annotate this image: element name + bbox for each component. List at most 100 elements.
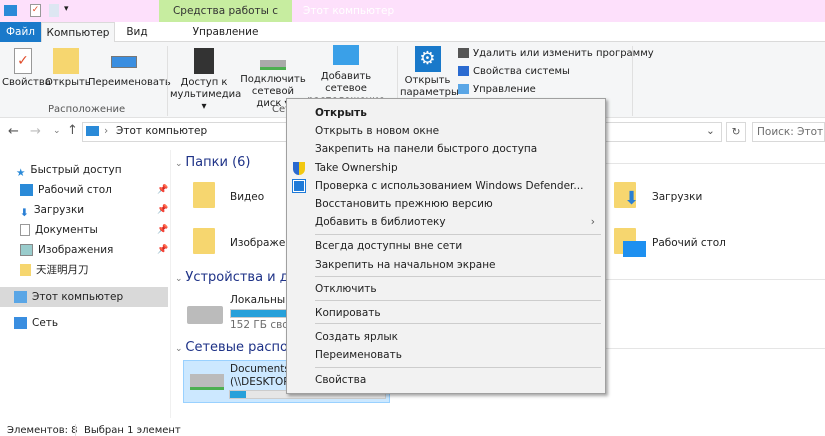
system-properties-button[interactable]: Свойства системы (458, 66, 570, 77)
nav-quick-access[interactable]: ★ Быстрый доступ (16, 161, 122, 179)
menu-take-ownership[interactable]: Take Ownership (315, 159, 398, 177)
picture-icon (20, 244, 33, 256)
up-button[interactable]: ↑ (67, 123, 78, 138)
nav-downloads[interactable]: ⬇ Загрузки (20, 201, 84, 219)
status-item-count: Элементов: 8 (7, 425, 78, 436)
address-dropdown-icon[interactable]: ⌄ (706, 125, 715, 137)
divider (605, 348, 825, 349)
menu-always-offline[interactable]: Всегда доступны вне сети (315, 237, 462, 255)
menu-defender-scan[interactable]: Проверка с использованием Windows Defend… (315, 177, 583, 195)
nav-folder[interactable]: 天涯明月刀 (20, 261, 89, 279)
context-menu: Открыть Открыть в новом окне Закрепить н… (286, 98, 606, 394)
properties-icon: ✓ (14, 48, 32, 74)
usage-fill (230, 391, 246, 398)
menu-add-to-library[interactable]: Добавить в библиотеку (315, 213, 446, 231)
pin-icon[interactable]: 📌 (157, 225, 168, 235)
nav-documents[interactable]: Документы (20, 221, 98, 239)
nav-pictures[interactable]: Изображения (20, 241, 113, 259)
menu-pin-quick-access[interactable]: Закрепить на панели быстрого доступа (315, 140, 537, 158)
pin-icon[interactable]: 📌 (157, 185, 168, 195)
window-title: Этот компьютер (303, 5, 395, 17)
manage-button[interactable]: Управление (458, 84, 536, 95)
downloads-folder-icon: ⬇ (614, 182, 639, 209)
menu-separator (315, 367, 601, 368)
menu-copy[interactable]: Копировать (315, 304, 381, 322)
label: мультимедиа (170, 89, 242, 100)
label: Открыть (45, 77, 91, 88)
rename-button[interactable]: Переименовать (88, 48, 171, 89)
pictures-folder-icon (193, 228, 215, 254)
gear-icon: ⚙ (414, 46, 441, 72)
label: Быстрый доступ (30, 164, 122, 176)
menu-rename[interactable]: Переименовать (315, 346, 402, 364)
label: Рабочий стол (38, 184, 112, 196)
tab-view[interactable]: Вид (115, 22, 159, 42)
menu-separator (315, 276, 601, 277)
label: Папки (6) (185, 155, 251, 170)
back-button[interactable]: ← (8, 124, 19, 139)
uac-shield-icon (293, 162, 305, 175)
nav-this-pc[interactable]: Этот компьютер (14, 288, 123, 306)
divider (605, 163, 825, 164)
pin-icon[interactable]: 📌 (157, 245, 168, 255)
media-access-button[interactable]: Доступ к мультимедиа ▾ (170, 48, 242, 113)
properties-button[interactable]: ✓ Свойства (2, 48, 51, 89)
refresh-icon[interactable]: ↻ (726, 122, 746, 142)
menu-separator (315, 300, 601, 301)
label: Открыть (404, 75, 451, 86)
divider (605, 279, 825, 280)
label: Переименовать (88, 77, 171, 88)
forward-button[interactable]: → (30, 124, 41, 139)
menu-pin-start[interactable]: Закрепить на начальном экране (315, 256, 496, 274)
tab-computer[interactable]: Компьютер (41, 22, 115, 42)
open-button[interactable]: Открыть (45, 48, 91, 89)
manage-icon (458, 84, 469, 94)
computer-icon (86, 126, 99, 136)
desktop-icon (20, 184, 33, 196)
desktop-folder-icon (614, 228, 646, 257)
menu-restore-previous[interactable]: Восстановить прежнюю версию (315, 195, 493, 213)
system-properties-icon (458, 66, 469, 76)
menu-properties[interactable]: Свойства (315, 371, 366, 389)
search-input[interactable]: Поиск: Этот компьютер (752, 122, 825, 142)
uninstall-program-button[interactable]: Удалить или изменить программу (458, 48, 654, 59)
folder-video[interactable]: Видео (230, 191, 264, 203)
network-drive-icon (190, 374, 224, 390)
label: Изображения (38, 244, 114, 256)
nav-network[interactable]: Сеть (14, 314, 58, 332)
label: Свойства (2, 77, 51, 88)
label: параметры (400, 87, 459, 98)
divider (632, 46, 633, 116)
label: Этот компьютер (32, 291, 124, 303)
menu-disconnect[interactable]: Отключить (315, 280, 377, 298)
menu-open-new-window[interactable]: Открыть в новом окне (315, 122, 439, 140)
section-folders[interactable]: ⌄ Папки (6) (175, 155, 251, 170)
star-icon: ★ (16, 167, 26, 179)
label: Документы (35, 224, 98, 236)
folder-desktop[interactable]: Рабочий стол (652, 237, 726, 249)
menu-open[interactable]: Открыть (315, 104, 367, 122)
breadcrumb-separator: › (104, 125, 109, 137)
uninstall-icon (458, 48, 469, 58)
submenu-chevron-icon: › (590, 216, 595, 228)
menu-create-shortcut[interactable]: Создать ярлык (315, 328, 398, 346)
label: Сеть (32, 317, 59, 329)
customize-quick-access-icon[interactable]: ▾ (64, 4, 69, 14)
tab-file[interactable]: Файл (0, 22, 41, 42)
breadcrumb-this-pc[interactable]: Этот компьютер (116, 125, 207, 137)
group-location-label: Расположение (48, 104, 126, 115)
status-selected: Выбран 1 элемент (84, 425, 181, 436)
computer-icon (4, 5, 17, 16)
open-settings-button[interactable]: ⚙ Открыть параметры (400, 46, 459, 99)
new-folder-quick-icon[interactable] (49, 4, 59, 17)
recent-locations-button[interactable]: ⌄ (53, 126, 61, 136)
pin-icon[interactable]: 📌 (157, 205, 168, 215)
network-drive-path: (\\DESKTOP- (230, 376, 294, 388)
drive-icon (187, 306, 223, 324)
computer-icon (14, 291, 27, 303)
folder-downloads[interactable]: Загрузки (652, 191, 702, 203)
nav-desktop[interactable]: Рабочий стол (20, 181, 112, 199)
properties-quick-icon[interactable]: ✓ (30, 4, 41, 17)
download-icon: ⬇ (20, 207, 29, 219)
tab-manage[interactable]: Управление (159, 22, 292, 42)
